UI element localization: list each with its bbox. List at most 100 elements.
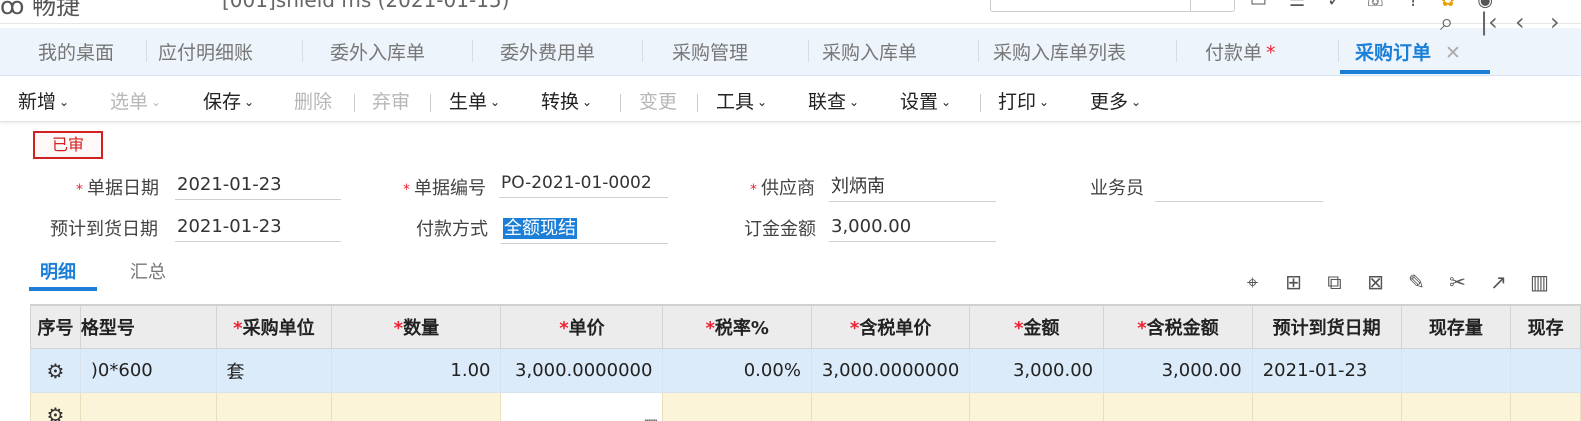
- table-row[interactable]: ⚙)0*600 套 1.00 3,000.0000000 0.00% 3,000.0000…: [30, 348, 1581, 393]
- required-mark: *: [705, 318, 715, 339]
- table-cell[interactable]: [79, 392, 217, 421]
- tab-3[interactable]: 委外入库单: [330, 28, 425, 76]
- payment-method-field[interactable]: 全额现结: [501, 214, 668, 244]
- table-cell[interactable]: [1400, 392, 1512, 421]
- toolbar-button-11[interactable]: 设置 ⌄: [900, 87, 951, 114]
- table-cell[interactable]: [1103, 392, 1253, 421]
- column-header[interactable]: 格型号: [79, 305, 217, 349]
- menu-icon[interactable]: ☰: [1289, 0, 1305, 11]
- toolbar-button-2[interactable]: 选单 ⌄: [110, 87, 161, 114]
- search-button[interactable]: [1190, 0, 1234, 11]
- message-icon[interactable]: ▭: [1250, 0, 1267, 11]
- column-header[interactable]: *含税单价: [810, 305, 971, 349]
- tab-1[interactable]: 我的桌面: [38, 28, 114, 76]
- column-header[interactable]: *数量: [331, 305, 502, 349]
- column-header[interactable]: 预计到货日期: [1251, 305, 1402, 349]
- toolbar-button-7[interactable]: 转换 ⌄: [541, 87, 592, 114]
- prev-record-icon[interactable]: ‹: [1515, 8, 1525, 36]
- doc-date-field[interactable]: 2021-01-23: [175, 170, 341, 200]
- table-cell[interactable]: 3,000.00: [969, 348, 1105, 393]
- toolbar-button-6[interactable]: 生单 ⌄: [449, 87, 500, 114]
- table-cell[interactable]: [662, 392, 812, 421]
- tab-2[interactable]: 应付明细账: [158, 28, 253, 76]
- column-header-label: 数量: [403, 318, 440, 339]
- tab-divider: [808, 40, 809, 62]
- column-header[interactable]: 序号: [30, 305, 81, 349]
- toolbar-button-12[interactable]: 打印 ⌄: [998, 87, 1049, 114]
- toolbar-button-label: 打印: [998, 91, 1037, 113]
- table-cell[interactable]: [331, 392, 502, 421]
- table-cell[interactable]: [1400, 348, 1512, 393]
- edit-icon[interactable]: ✎: [1396, 270, 1437, 294]
- tab-7[interactable]: 采购入库单列表: [993, 28, 1126, 76]
- toolbar-button-3[interactable]: 保存 ⌄: [203, 87, 254, 114]
- column-header[interactable]: *含税金额: [1103, 305, 1253, 349]
- help-icon[interactable]: ?: [1409, 0, 1419, 11]
- tab-label: 委外费用单: [500, 42, 596, 64]
- add-row-icon[interactable]: ⊞: [1273, 270, 1314, 294]
- unit-price-editor[interactable]: ▦: [500, 392, 664, 421]
- search-doc-icon[interactable]: ⌕: [1440, 8, 1453, 36]
- toolbar-button-10[interactable]: 联查 ⌄: [808, 87, 859, 114]
- toolbar-button-13[interactable]: 更多 ⌄: [1090, 87, 1141, 114]
- required-mark: *: [1137, 318, 1147, 339]
- copy-row-icon[interactable]: ⧉: [1314, 270, 1355, 294]
- columns-icon[interactable]: ▥: [1519, 270, 1560, 294]
- column-header[interactable]: *税率%: [662, 305, 812, 349]
- column-header[interactable]: 现存量: [1400, 305, 1512, 349]
- next-record-icon[interactable]: ›: [1550, 8, 1560, 36]
- split-icon[interactable]: ✂: [1437, 270, 1478, 294]
- toolbar-button-1[interactable]: 新增 ⌄: [18, 87, 69, 114]
- row-settings-icon[interactable]: ⚙: [30, 348, 81, 393]
- toolbar-button-label: 变更: [639, 91, 678, 113]
- tab-detail[interactable]: 明细: [40, 258, 76, 284]
- toolbar-button-4[interactable]: 删除: [294, 87, 332, 114]
- column-header-label: 预计到货日期: [1272, 318, 1381, 339]
- table-cell[interactable]: )0*600: [79, 348, 217, 393]
- global-search-input[interactable]: [990, 0, 1235, 12]
- row-settings-icon[interactable]: ⚙: [30, 392, 81, 421]
- deposit-field[interactable]: 3,000.00: [829, 212, 996, 242]
- toolbar-button-label: 新增: [18, 91, 57, 113]
- calculator-icon[interactable]: ▦: [643, 415, 658, 421]
- supplier-field[interactable]: 刘炳南: [829, 172, 996, 202]
- phone-icon[interactable]: ☏: [1364, 0, 1387, 11]
- location-icon[interactable]: ⌖: [1232, 270, 1273, 294]
- grid-toolbar: ⌖ ⊞ ⧉ ⊠ ✎ ✂ ↗ ▥: [1232, 270, 1560, 294]
- table-cell[interactable]: 3,000.0000000: [810, 348, 971, 393]
- table-cell[interactable]: [1510, 348, 1581, 393]
- pin-icon[interactable]: ✓: [1327, 0, 1342, 11]
- toolbar-button-5[interactable]: 弃审: [372, 87, 410, 114]
- table-cell[interactable]: 3,000.0000000: [500, 348, 664, 393]
- tab-8[interactable]: 付款单 *: [1205, 28, 1276, 76]
- table-cell[interactable]: 2021-01-23: [1251, 348, 1402, 393]
- column-header[interactable]: *单价: [500, 305, 664, 349]
- delete-row-icon[interactable]: ⊠: [1355, 270, 1396, 294]
- column-header[interactable]: *采购单位: [215, 305, 333, 349]
- column-header[interactable]: 现存: [1510, 305, 1581, 349]
- chart-icon[interactable]: ↗: [1478, 270, 1519, 294]
- first-record-icon[interactable]: |‹: [1480, 8, 1498, 36]
- table-cell[interactable]: [215, 392, 333, 421]
- tab-summary[interactable]: 汇总: [130, 258, 166, 284]
- tab-5[interactable]: 采购管理: [672, 28, 748, 76]
- required-mark: *: [393, 318, 404, 339]
- table-cell[interactable]: 套: [215, 348, 333, 393]
- table-cell[interactable]: 1.00: [331, 348, 502, 393]
- table-cell[interactable]: [1510, 392, 1581, 421]
- table-cell[interactable]: [969, 392, 1105, 421]
- table-cell[interactable]: 0.00%: [662, 348, 812, 393]
- close-tab-icon[interactable]: ✕: [1445, 42, 1461, 64]
- tab-4[interactable]: 委外费用单: [500, 28, 595, 76]
- table-cell[interactable]: 3,000.00: [1103, 348, 1253, 393]
- table-cell[interactable]: [1251, 392, 1402, 421]
- table-row[interactable]: ⚙▦: [30, 392, 1581, 421]
- arrival-date-field[interactable]: 2021-01-23: [175, 212, 341, 242]
- toolbar-button-9[interactable]: 工具 ⌄: [716, 87, 767, 114]
- column-header[interactable]: *金额: [969, 305, 1105, 349]
- doc-no-field[interactable]: PO-2021-01-0002: [499, 168, 668, 198]
- salesman-field[interactable]: [1155, 172, 1323, 202]
- tab-6[interactable]: 采购入库单: [822, 28, 917, 76]
- table-cell[interactable]: [810, 392, 971, 421]
- toolbar-button-8[interactable]: 变更: [639, 87, 677, 114]
